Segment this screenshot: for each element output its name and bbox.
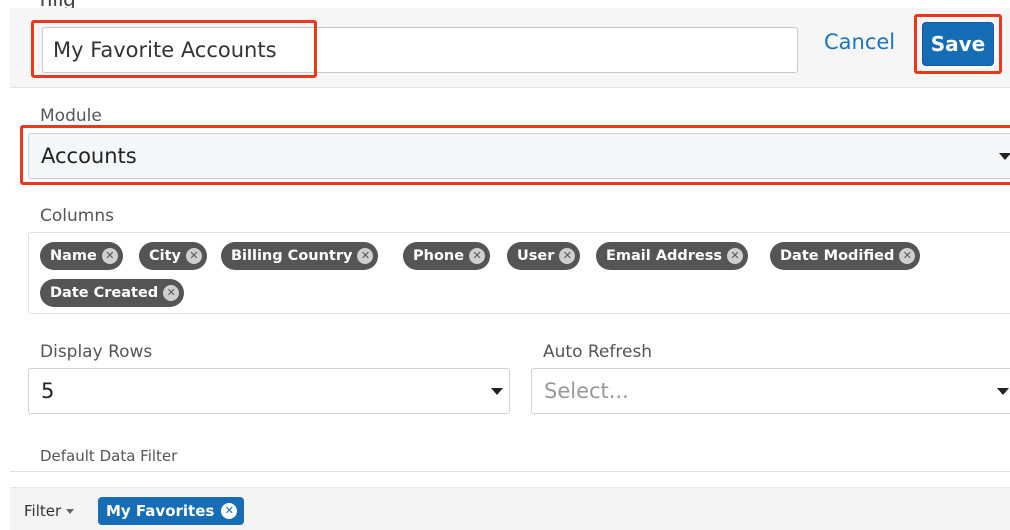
remove-x-icon[interactable]: ✕: [101, 248, 118, 264]
section-divider: [10, 471, 1010, 472]
caret-down-icon: [997, 388, 1009, 395]
remove-x-icon[interactable]: ✕: [163, 285, 180, 301]
column-pill-date-modified: Date Modified ✕: [770, 242, 921, 270]
remove-x-icon[interactable]: ✕: [186, 248, 202, 264]
filter-dropdown-toggle[interactable]: Filter: [24, 502, 75, 520]
column-pill-phone: Phone ✕: [403, 242, 491, 270]
caret-down-icon: [491, 388, 503, 395]
display-rows-select[interactable]: 5: [28, 368, 510, 414]
default-data-filter-label: Default Data Filter: [40, 447, 178, 465]
display-rows-label: Display Rows: [40, 342, 153, 362]
column-pill-billing-country: Billing Country ✕: [221, 242, 379, 270]
module-highlight-box: [20, 125, 1010, 185]
remove-x-icon[interactable]: ✕: [221, 503, 238, 519]
column-pill-user: User ✕: [507, 242, 581, 270]
title-highlight-box: [31, 20, 317, 78]
auto-refresh-placeholder: Select...: [544, 379, 629, 403]
column-pill-date-created: Date Created ✕: [40, 279, 185, 307]
remove-x-icon[interactable]: ✕: [357, 248, 374, 264]
column-pill-city: City ✕: [139, 242, 207, 270]
caret-down-icon: [66, 509, 75, 514]
remove-x-icon[interactable]: ✕: [469, 248, 486, 264]
column-pill-name: Name ✕: [40, 242, 123, 270]
cancel-button[interactable]: Cancel: [824, 30, 895, 54]
remove-x-icon[interactable]: ✕: [727, 248, 744, 264]
remove-x-icon[interactable]: ✕: [899, 248, 916, 264]
auto-refresh-label: Auto Refresh: [543, 342, 653, 362]
auto-refresh-select[interactable]: Select...: [531, 368, 1010, 414]
save-button[interactable]: Save: [922, 22, 994, 66]
active-filter-pill[interactable]: My Favorites ✕: [98, 497, 245, 525]
display-rows-value: 5: [41, 379, 55, 403]
columns-label: Columns: [40, 206, 114, 226]
remove-x-icon[interactable]: ✕: [559, 248, 576, 264]
column-pill-email-address: Email Address ✕: [596, 242, 749, 270]
module-label: Module: [40, 106, 102, 126]
